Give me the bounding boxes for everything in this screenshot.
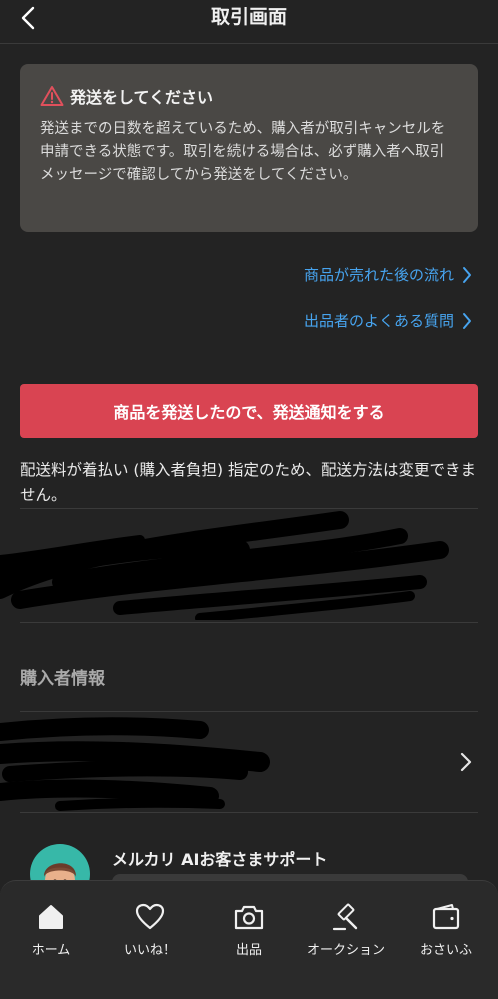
wallet-icon (430, 901, 462, 933)
link-seller-faq[interactable]: 出品者のよくある質問 (304, 310, 472, 331)
nav-label: 出品 (235, 943, 262, 958)
redacted-content (0, 717, 270, 811)
bottom-navigation: ホーム いいね！ 出品 オークション おさいふ (0, 880, 498, 999)
warning-header: 発送をしてください (40, 84, 458, 108)
shipping-method-note: 配送料が着払い (購入者負担) 指定のため、配送方法は変更できません。 (20, 461, 476, 504)
nav-label: おさいふ (419, 943, 472, 958)
nav-item-home[interactable]: ホーム (3, 901, 99, 961)
shipping-notify-button[interactable]: 商品を発送したので、発送通知をする (20, 384, 478, 438)
link-after-sale-flow[interactable]: 商品が売れた後の流れ (304, 264, 472, 285)
shipping-warning: 発送をしてください 発送までの日数を超えているため、購入者が取引キャンセルを申請… (20, 64, 478, 232)
camera-icon (233, 901, 265, 933)
warning-icon (40, 86, 64, 106)
nav-item-listing[interactable]: 出品 (201, 901, 297, 961)
redacted-content (0, 511, 449, 620)
ai-support-title: メルカリ AIお客さまサポート (112, 850, 328, 869)
nav-label: いいね！ (123, 943, 176, 958)
nav-item-wallet[interactable]: おさいふ (398, 901, 494, 961)
link-label: 商品が売れた後の流れ (303, 266, 454, 284)
nav-label: ホーム (31, 943, 71, 958)
nav-label: オークション (306, 943, 385, 958)
chevron-right-icon (463, 266, 471, 283)
warning-message: 発送までの日数を超えているため、購入者が取引キャンセルを申請できる状態です。取引… (40, 121, 446, 183)
buyer-info-heading: 購入者情報 (20, 669, 105, 689)
divider (20, 812, 478, 813)
nav-item-likes[interactable]: いいね！ (102, 901, 198, 961)
chevron-right-icon (463, 312, 471, 329)
gavel-icon (330, 901, 362, 933)
trade-screen: 取引画面 発送をしてください 発送までの日数を超えているため、購入者が取引キャン… (0, 0, 498, 999)
buyer-info-row[interactable] (0, 712, 498, 812)
nav-item-auction[interactable]: オークション (298, 901, 394, 961)
link-label: 出品者のよくある質問 (303, 312, 454, 330)
back-button[interactable] (12, 4, 44, 32)
chevron-left-icon (21, 6, 35, 30)
home-icon (35, 901, 67, 933)
chevron-right-icon (460, 752, 472, 772)
warning-title: 発送をしてください (70, 88, 214, 107)
divider (20, 622, 478, 623)
header: 取引画面 (0, 0, 498, 44)
divider (20, 508, 478, 509)
heart-icon (134, 901, 166, 933)
page-title: 取引画面 (210, 6, 287, 28)
